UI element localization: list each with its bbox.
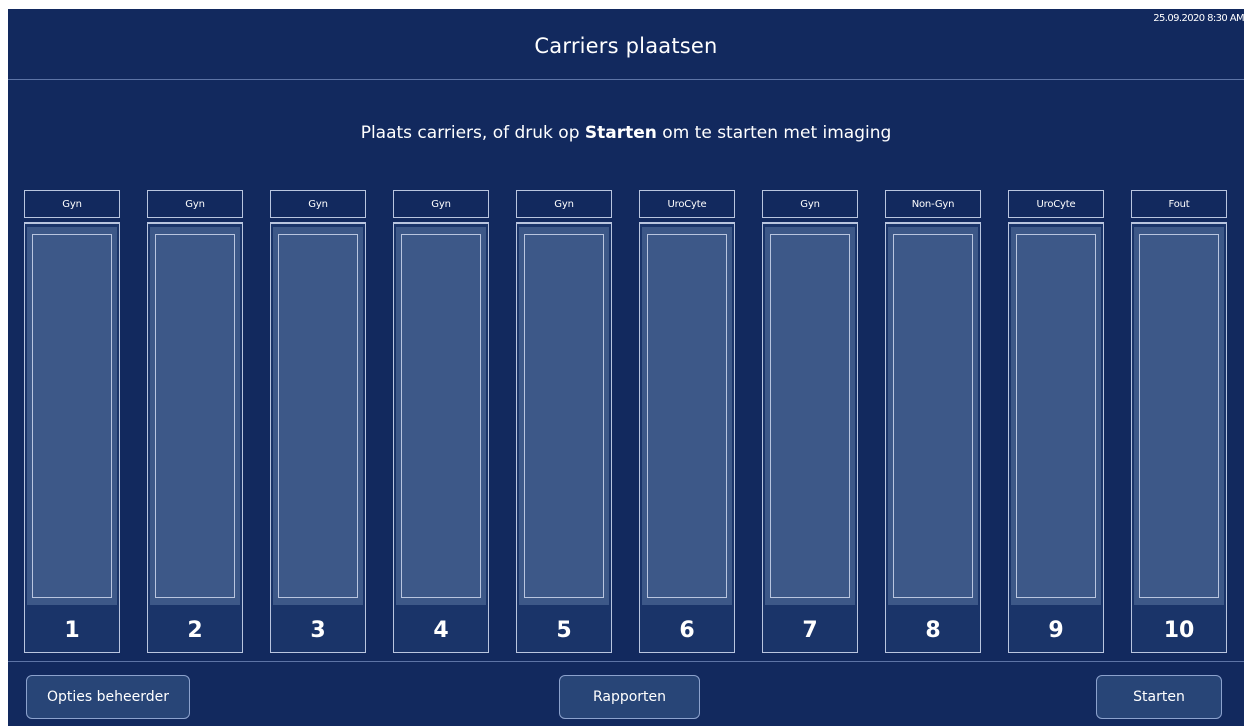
carrier-slot [893, 234, 973, 598]
timestamp: 25.09.2020 8:30 AM [1153, 13, 1244, 24]
reports-button[interactable]: Rapporten [559, 675, 700, 719]
carrier-slot [401, 234, 481, 598]
carrier-fill [1134, 227, 1224, 605]
carrier-number: 3 [310, 618, 326, 643]
carrier-type-label: Gyn [762, 190, 858, 218]
carrier-type-label: Gyn [24, 190, 120, 218]
carrier-number: 8 [925, 618, 941, 643]
carrier-fill [27, 227, 117, 605]
instruction-text: Plaats carriers, of druk op Starten om t… [8, 121, 1244, 145]
carrier-slot [1016, 234, 1096, 598]
admin-options-button[interactable]: Opties beheerder [26, 675, 190, 719]
carrier-position-4[interactable]: Gyn 4 [393, 190, 489, 653]
carrier-body: 6 [639, 222, 735, 653]
carrier-position-8[interactable]: Non-Gyn 8 [885, 190, 981, 653]
carrier-number: 6 [679, 618, 695, 643]
instruction-suffix: om te starten met imaging [656, 123, 892, 143]
carrier-number: 5 [556, 618, 572, 643]
carrier-position-6[interactable]: UroCyte 6 [639, 190, 735, 653]
footer-divider [8, 661, 1244, 662]
carrier-body: 3 [270, 222, 366, 653]
carrier-slot [524, 234, 604, 598]
carrier-fill [396, 227, 486, 605]
carrier-slot [647, 234, 727, 598]
carrier-fill [519, 227, 609, 605]
carrier-position-2[interactable]: Gyn 2 [147, 190, 243, 653]
page-title: Carriers plaatsen [534, 34, 718, 58]
carrier-type-label: Fout [1131, 190, 1227, 218]
carrier-body: 9 [1008, 222, 1104, 653]
carrier-position-10[interactable]: Fout 10 [1131, 190, 1227, 653]
carrier-position-9[interactable]: UroCyte 9 [1008, 190, 1104, 653]
carrier-type-label: Gyn [516, 190, 612, 218]
carrier-fill [642, 227, 732, 605]
carrier-slot [32, 234, 112, 598]
carrier-fill [888, 227, 978, 605]
carrier-type-label: Gyn [270, 190, 366, 218]
carrier-number: 1 [64, 618, 80, 643]
carrier-number: 10 [1163, 618, 1195, 643]
carrier-slot [155, 234, 235, 598]
carrier-body: 7 [762, 222, 858, 653]
start-button[interactable]: Starten [1096, 675, 1222, 719]
carrier-number: 7 [802, 618, 818, 643]
header-bar: Carriers plaatsen 25.09.2020 8:30 AM [8, 9, 1244, 80]
carrier-number: 9 [1048, 618, 1064, 643]
carrier-type-label: Non-Gyn [885, 190, 981, 218]
instruction-prefix: Plaats carriers, of druk op [360, 123, 585, 143]
carrier-type-label: UroCyte [639, 190, 735, 218]
carrier-body: 5 [516, 222, 612, 653]
carrier-position-5[interactable]: Gyn 5 [516, 190, 612, 653]
carrier-number: 4 [433, 618, 449, 643]
carrier-body: 4 [393, 222, 489, 653]
carrier-type-label: UroCyte [1008, 190, 1104, 218]
carriers-screen: Carriers plaatsen 25.09.2020 8:30 AM Pla… [8, 9, 1244, 726]
carrier-number: 2 [187, 618, 203, 643]
carrier-body: 1 [24, 222, 120, 653]
carrier-body: 10 [1131, 222, 1227, 653]
carrier-position-7[interactable]: Gyn 7 [762, 190, 858, 653]
carrier-type-label: Gyn [147, 190, 243, 218]
carrier-position-1[interactable]: Gyn 1 [24, 190, 120, 653]
carrier-fill [273, 227, 363, 605]
carrier-rack: Gyn 1 Gyn 2 Gyn 3 Gyn 4 Gyn 5 UroCyte 6 … [24, 190, 1234, 655]
instruction-bold: Starten [584, 123, 657, 143]
carrier-fill [150, 227, 240, 605]
carrier-body: 2 [147, 222, 243, 653]
carrier-type-label: Gyn [393, 190, 489, 218]
carrier-slot [278, 234, 358, 598]
carrier-slot [1139, 234, 1219, 598]
carrier-position-3[interactable]: Gyn 3 [270, 190, 366, 653]
carrier-fill [1011, 227, 1101, 605]
carrier-fill [765, 227, 855, 605]
carrier-slot [770, 234, 850, 598]
carrier-body: 8 [885, 222, 981, 653]
